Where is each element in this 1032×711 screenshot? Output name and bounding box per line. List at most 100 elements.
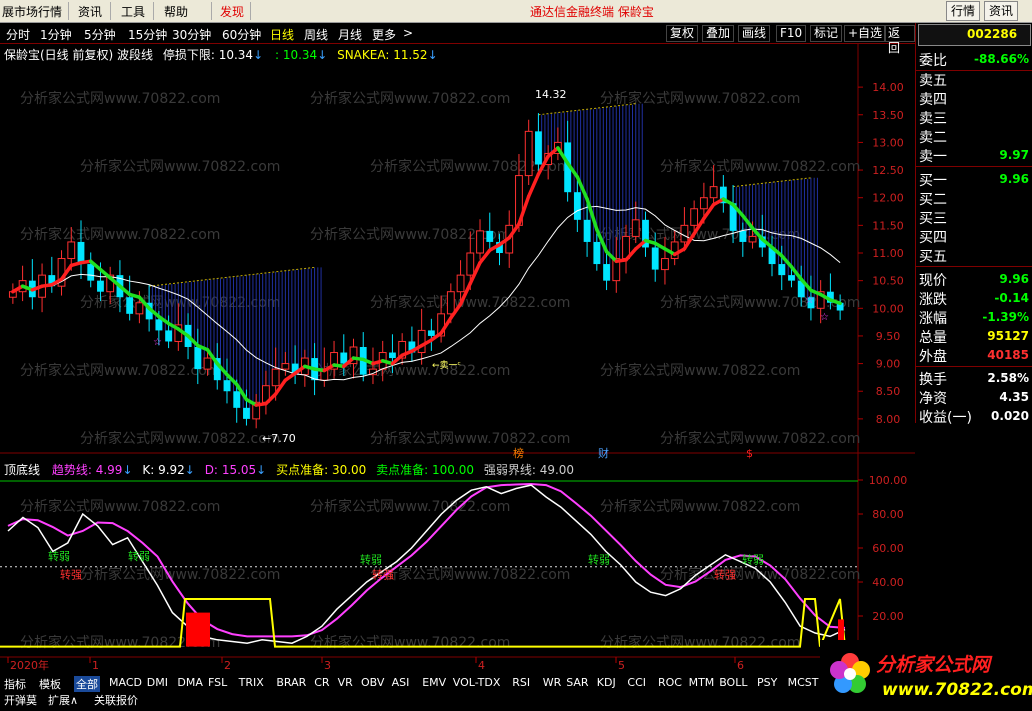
indicator-tab[interactable]: DMI bbox=[147, 676, 168, 689]
kline-chart[interactable]: 分析家公式网www.70822.com 分析家公式网www.70822.com 分析… bbox=[0, 23, 915, 675]
indicator-tab[interactable]: CCI bbox=[627, 676, 646, 689]
quote-row: 收益(一) 0.020 bbox=[919, 407, 1029, 426]
candle-body bbox=[456, 274, 465, 293]
sub-axis-label: 20.00 bbox=[872, 610, 904, 623]
d-label: D: bbox=[204, 463, 218, 477]
indicator-tab[interactable]: FSL bbox=[208, 676, 227, 689]
indicator-tab[interactable]: ASI bbox=[392, 676, 410, 689]
sub-axis-label: 100.00 bbox=[869, 474, 908, 487]
quote-row-label: 总量 bbox=[919, 330, 947, 346]
candle-body bbox=[87, 264, 95, 281]
date-label: 4 bbox=[478, 659, 485, 672]
candle-body bbox=[778, 264, 786, 276]
indicator-tab[interactable]: WR bbox=[543, 676, 562, 689]
k-value: 9.92 bbox=[158, 463, 185, 477]
watermark-text: 分析家公式网www.70822.com bbox=[20, 362, 220, 379]
sub-mark-weak: 转弱 bbox=[48, 549, 70, 563]
sub-axis-label: 40.00 bbox=[872, 576, 904, 589]
bottom-link[interactable]: 扩展∧ bbox=[48, 692, 78, 708]
divider bbox=[916, 266, 1032, 267]
menu-market[interactable]: 展市场行情 bbox=[2, 3, 62, 20]
band-line-segment bbox=[283, 371, 297, 382]
bottom-link[interactable]: 关联报价 bbox=[94, 692, 138, 708]
menu-discover[interactable]: 发现 bbox=[220, 3, 244, 20]
sub-mark-weak: 转弱 bbox=[742, 552, 764, 566]
menu-tools[interactable]: 工具 bbox=[121, 3, 145, 20]
indicator-tab[interactable]: OBV bbox=[361, 676, 384, 689]
candle-body bbox=[243, 407, 250, 419]
quote-button[interactable]: 行情 bbox=[946, 1, 981, 21]
quote-row-value: 4.35 bbox=[999, 390, 1029, 404]
indicator-tab[interactable]: 全部 bbox=[74, 676, 100, 692]
bottom-row2: 开弹莫 扩展∧ 关联报价 bbox=[0, 692, 820, 708]
quote-row: 卖二 bbox=[919, 127, 1029, 146]
divider bbox=[916, 166, 1032, 167]
quote-row-label: 买三 bbox=[919, 211, 947, 227]
band-line-segment bbox=[604, 249, 619, 264]
quote-row-value: -1.39% bbox=[982, 310, 1029, 324]
indicator-tab[interactable]: VOL-TDX bbox=[453, 676, 501, 689]
watermark-text: 分析家公式网www.70822.com bbox=[80, 566, 280, 583]
stock-code[interactable]: 002286 bbox=[967, 27, 1017, 41]
watermark-text: 分析家公式网www.70822.com bbox=[310, 90, 510, 107]
candle-body bbox=[690, 208, 699, 226]
indicator-tab[interactable]: TRIX bbox=[239, 676, 264, 689]
indicator-tab[interactable]: BOLL bbox=[719, 676, 747, 689]
price-label: 9.50 bbox=[876, 330, 901, 343]
strong-label: 强弱界线: bbox=[483, 463, 536, 477]
star-icon: ☆ bbox=[820, 312, 829, 323]
candle-body bbox=[126, 297, 134, 314]
bottom-link[interactable]: 开弹莫 bbox=[4, 692, 37, 708]
indicator-tab[interactable]: CR bbox=[314, 676, 329, 689]
indicator-tab[interactable]: SAR bbox=[566, 676, 588, 689]
watermark-text: 分析家公式网www.70822.com bbox=[80, 430, 280, 447]
indicator-tab[interactable]: KDJ bbox=[597, 676, 616, 689]
top-menubar: 展市场行情 资讯 工具 帮助 发现 通达信金融终端 保龄宝 行情 资讯 bbox=[0, 0, 1032, 23]
indicator-tab[interactable]: MACD bbox=[109, 676, 142, 689]
sell-value: 100.00 bbox=[432, 463, 474, 477]
quote-row-label: 换手 bbox=[919, 372, 947, 388]
indicator-tab[interactable]: BRAR bbox=[276, 676, 306, 689]
quote-row: 换手 2.58% bbox=[919, 369, 1029, 388]
indicator-tab[interactable]: DMA bbox=[177, 676, 203, 689]
indicator-tab[interactable]: ROC bbox=[658, 676, 682, 689]
price-label: 10.50 bbox=[872, 275, 904, 288]
candle-body bbox=[223, 380, 231, 392]
watermark-text: 分析家公式网www.70822.com bbox=[600, 362, 800, 379]
indicator-tab[interactable]: EMV bbox=[422, 676, 446, 689]
watermark-text: 分析家公式网www.70822.com bbox=[80, 158, 280, 175]
candle-body bbox=[748, 235, 757, 243]
watermark-text: 分析家公式网www.70822.com bbox=[660, 430, 860, 447]
candle-body bbox=[340, 352, 348, 364]
quote-row-label: 收益(一) bbox=[919, 410, 972, 426]
quote-row-value: 2.58% bbox=[987, 371, 1029, 385]
arrow-label: ←卖一ᶜ bbox=[432, 360, 461, 371]
candle-body bbox=[603, 264, 610, 281]
indicator-tab[interactable]: RSI bbox=[512, 676, 530, 689]
quote-row-label: 净资 bbox=[919, 391, 947, 407]
date-label: 2020年 bbox=[10, 658, 49, 672]
quote-row: 委比 -88.66% bbox=[919, 50, 1029, 69]
indicator-tab[interactable]: 模板 bbox=[39, 676, 61, 692]
info-button[interactable]: 资讯 bbox=[984, 1, 1019, 21]
menu-news[interactable]: 资讯 bbox=[78, 3, 102, 20]
indicator-tab[interactable]: MTM bbox=[689, 676, 715, 689]
sub-mark-weak: 转弱 bbox=[360, 552, 382, 566]
site-logo: 分析家公式网 www.70822.com bbox=[820, 640, 1032, 708]
cloud-edge bbox=[149, 266, 315, 287]
candle-body bbox=[446, 291, 455, 315]
indicator-tab[interactable]: PSY bbox=[757, 676, 777, 689]
menu-help[interactable]: 帮助 bbox=[164, 3, 188, 20]
indicator-tab[interactable]: MCST bbox=[788, 676, 819, 689]
buy-signal-bar bbox=[186, 612, 210, 647]
candle-body bbox=[417, 329, 426, 354]
candle-body bbox=[739, 230, 747, 242]
watermark-text: 分析家公式网www.70822.com bbox=[20, 498, 220, 515]
price-label: 11.50 bbox=[872, 219, 904, 232]
logo-url: www.70822.com bbox=[882, 680, 1032, 700]
quote-row: 买五 bbox=[919, 246, 1029, 265]
watermark-text: 分析家公式网www.70822.com bbox=[20, 90, 220, 107]
indicator-tab[interactable]: 指标 bbox=[4, 676, 26, 692]
indicator-tab[interactable]: VR bbox=[338, 676, 353, 689]
candle-body bbox=[203, 357, 212, 370]
